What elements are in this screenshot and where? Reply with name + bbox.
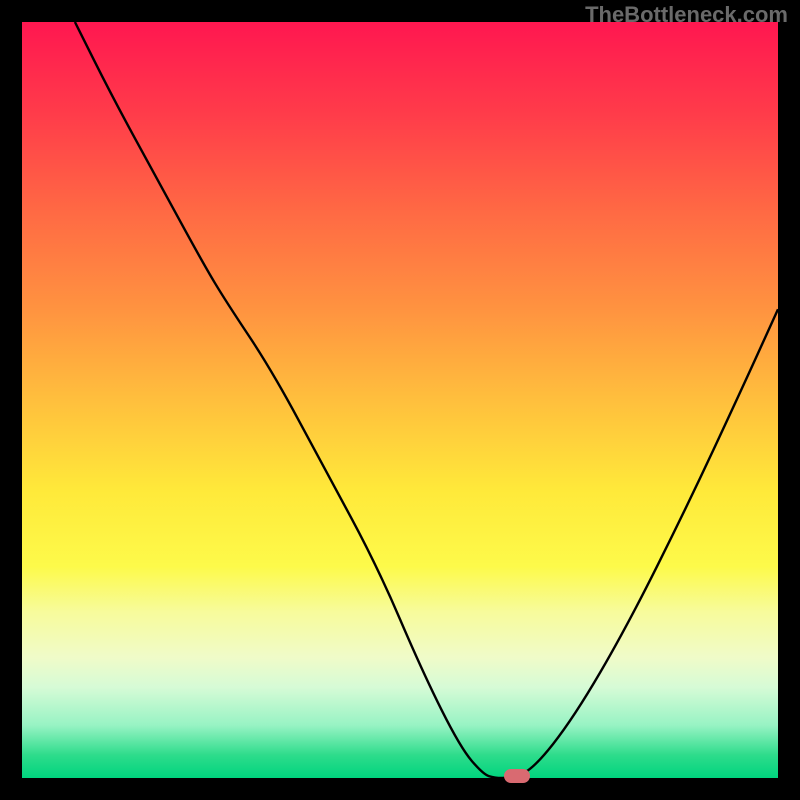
watermark-text: TheBottleneck.com [585,2,788,28]
bottleneck-curve [22,22,778,778]
chart-plot-area [22,22,778,778]
optimal-point-marker [504,769,530,783]
